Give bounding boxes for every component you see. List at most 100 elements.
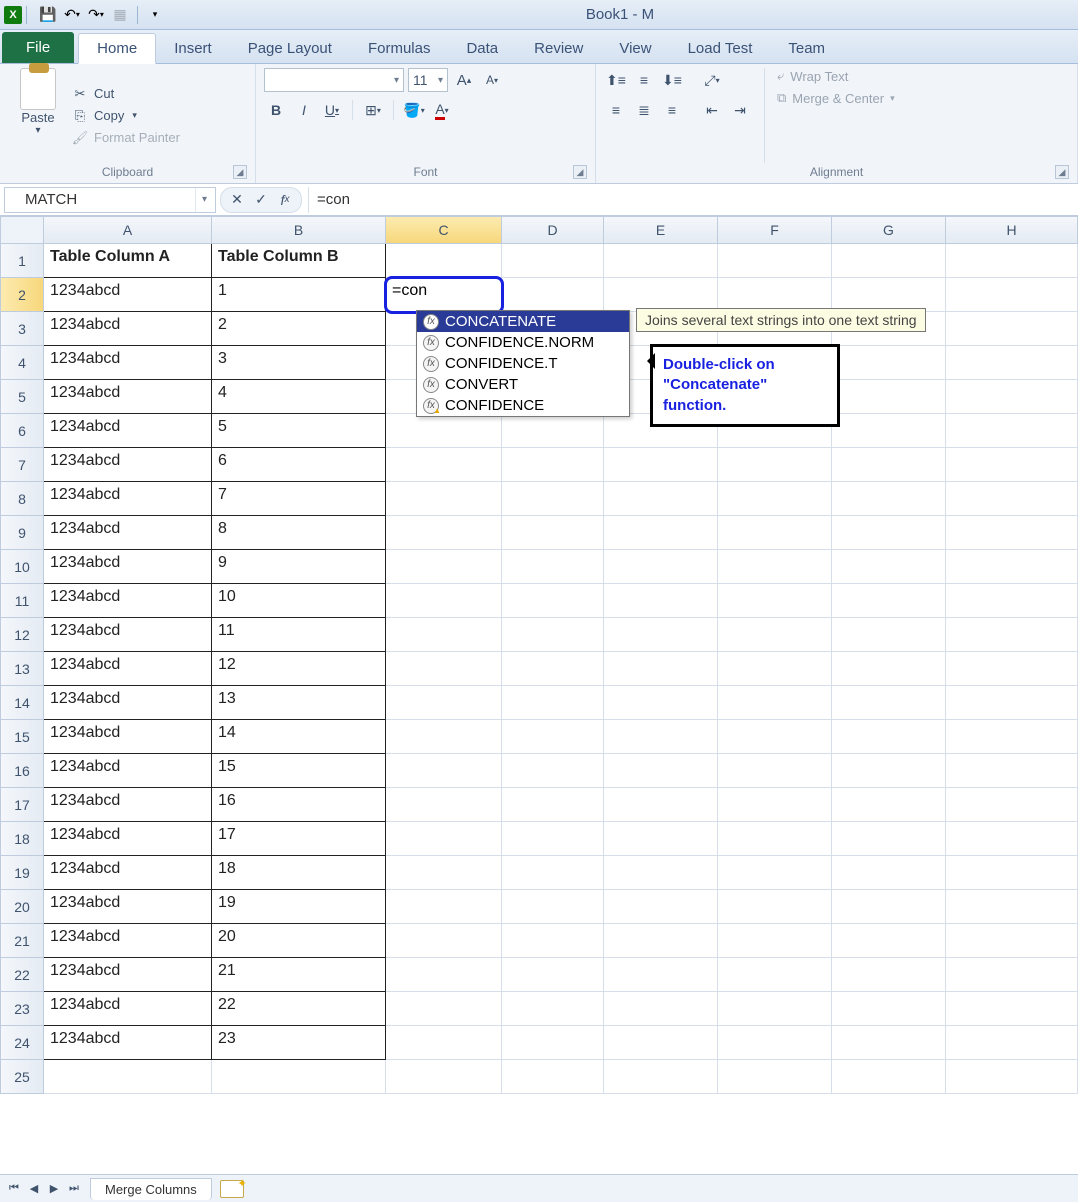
- cell-B13[interactable]: 12: [212, 652, 386, 686]
- cell-F23[interactable]: [718, 992, 832, 1026]
- cell-G22[interactable]: [832, 958, 946, 992]
- cell-B20[interactable]: 19: [212, 890, 386, 924]
- cell-G21[interactable]: [832, 924, 946, 958]
- font-name-combo[interactable]: ▾: [264, 68, 404, 92]
- row-header[interactable]: 23: [0, 992, 44, 1026]
- cell-A13[interactable]: 1234abcd: [44, 652, 212, 686]
- cell-E22[interactable]: [604, 958, 718, 992]
- align-left-button[interactable]: ≡: [604, 98, 628, 122]
- cell-D2[interactable]: [502, 278, 604, 312]
- format-painter-button[interactable]: 🖌Format Painter: [72, 130, 202, 146]
- cell-C6[interactable]: [386, 414, 502, 448]
- save-button[interactable]: 💾: [37, 4, 59, 26]
- cell-D11[interactable]: [502, 584, 604, 618]
- cell-A17[interactable]: 1234abcd: [44, 788, 212, 822]
- row-header[interactable]: 1: [0, 244, 44, 278]
- column-header-G[interactable]: G: [832, 216, 946, 244]
- cell-B17[interactable]: 16: [212, 788, 386, 822]
- cell-B14[interactable]: 13: [212, 686, 386, 720]
- borders-button[interactable]: ⊞▾: [361, 98, 385, 122]
- cell-H15[interactable]: [946, 720, 1078, 754]
- font-color-button[interactable]: A▾: [430, 98, 454, 122]
- alignment-dialog-launcher[interactable]: ◢: [1055, 165, 1069, 179]
- cell-D22[interactable]: [502, 958, 604, 992]
- cell-E15[interactable]: [604, 720, 718, 754]
- fill-color-button[interactable]: 🪣▾: [402, 98, 426, 122]
- cell-F8[interactable]: [718, 482, 832, 516]
- cell-D20[interactable]: [502, 890, 604, 924]
- wrap-text-button[interactable]: ⤶Wrap Text: [777, 68, 895, 84]
- cell-F11[interactable]: [718, 584, 832, 618]
- cell-A22[interactable]: 1234abcd: [44, 958, 212, 992]
- cell-B15[interactable]: 14: [212, 720, 386, 754]
- row-header[interactable]: 6: [0, 414, 44, 448]
- cell-B24[interactable]: 23: [212, 1026, 386, 1060]
- cell-A18[interactable]: 1234abcd: [44, 822, 212, 856]
- cell-E8[interactable]: [604, 482, 718, 516]
- sheet-nav-last[interactable]: ⏭: [64, 1179, 84, 1199]
- cell-C24[interactable]: [386, 1026, 502, 1060]
- cell-A2[interactable]: 1234abcd: [44, 278, 212, 312]
- cell-G8[interactable]: [832, 482, 946, 516]
- cell-H22[interactable]: [946, 958, 1078, 992]
- cell-B21[interactable]: 20: [212, 924, 386, 958]
- cell-C23[interactable]: [386, 992, 502, 1026]
- cell-G17[interactable]: [832, 788, 946, 822]
- autocomplete-item[interactable]: fxCONFIDENCE: [417, 395, 629, 416]
- cell-F16[interactable]: [718, 754, 832, 788]
- cell-F17[interactable]: [718, 788, 832, 822]
- cell-A1[interactable]: Table Column A: [44, 244, 212, 278]
- decrease-indent-button[interactable]: ⇤: [700, 98, 724, 122]
- cell-A14[interactable]: 1234abcd: [44, 686, 212, 720]
- sheet-nav-prev[interactable]: ◀: [24, 1179, 44, 1199]
- cell-A7[interactable]: 1234abcd: [44, 448, 212, 482]
- cell-H14[interactable]: [946, 686, 1078, 720]
- cell-E25[interactable]: [604, 1060, 718, 1094]
- cell-G6[interactable]: [832, 414, 946, 448]
- row-header[interactable]: 19: [0, 856, 44, 890]
- cell-C15[interactable]: [386, 720, 502, 754]
- cell-A20[interactable]: 1234abcd: [44, 890, 212, 924]
- cell-A6[interactable]: 1234abcd: [44, 414, 212, 448]
- cell-H25[interactable]: [946, 1060, 1078, 1094]
- cell-B23[interactable]: 22: [212, 992, 386, 1026]
- cell-D15[interactable]: [502, 720, 604, 754]
- name-box-dropdown[interactable]: ▾: [195, 188, 213, 212]
- cell-G20[interactable]: [832, 890, 946, 924]
- row-header[interactable]: 18: [0, 822, 44, 856]
- sheet-nav-first[interactable]: ⏮: [4, 1179, 24, 1199]
- cell-D14[interactable]: [502, 686, 604, 720]
- column-header-D[interactable]: D: [502, 216, 604, 244]
- cell-B25[interactable]: [212, 1060, 386, 1094]
- cell-H2[interactable]: [946, 278, 1078, 312]
- autocomplete-item[interactable]: fxCONCATENATE: [417, 311, 629, 332]
- cell-D23[interactable]: [502, 992, 604, 1026]
- tab-review[interactable]: Review: [516, 34, 601, 63]
- cell-E20[interactable]: [604, 890, 718, 924]
- cell-A25[interactable]: [44, 1060, 212, 1094]
- cell-F7[interactable]: [718, 448, 832, 482]
- cell-B18[interactable]: 17: [212, 822, 386, 856]
- row-header[interactable]: 16: [0, 754, 44, 788]
- font-size-combo[interactable]: 11▾: [408, 68, 448, 92]
- cell-H3[interactable]: [946, 312, 1078, 346]
- cell-G7[interactable]: [832, 448, 946, 482]
- name-box[interactable]: MATCH ▾: [4, 187, 216, 213]
- cell-B3[interactable]: 2: [212, 312, 386, 346]
- cell-H11[interactable]: [946, 584, 1078, 618]
- underline-button[interactable]: U▾: [320, 98, 344, 122]
- row-header[interactable]: 17: [0, 788, 44, 822]
- cell-A10[interactable]: 1234abcd: [44, 550, 212, 584]
- cell-C10[interactable]: [386, 550, 502, 584]
- cell-E7[interactable]: [604, 448, 718, 482]
- cell-E1[interactable]: [604, 244, 718, 278]
- cell-A5[interactable]: 1234abcd: [44, 380, 212, 414]
- cell-A19[interactable]: 1234abcd: [44, 856, 212, 890]
- cell-H21[interactable]: [946, 924, 1078, 958]
- cell-D8[interactable]: [502, 482, 604, 516]
- tab-page-layout[interactable]: Page Layout: [230, 34, 350, 63]
- cell-A3[interactable]: 1234abcd: [44, 312, 212, 346]
- cell-D19[interactable]: [502, 856, 604, 890]
- row-header[interactable]: 10: [0, 550, 44, 584]
- cell-D21[interactable]: [502, 924, 604, 958]
